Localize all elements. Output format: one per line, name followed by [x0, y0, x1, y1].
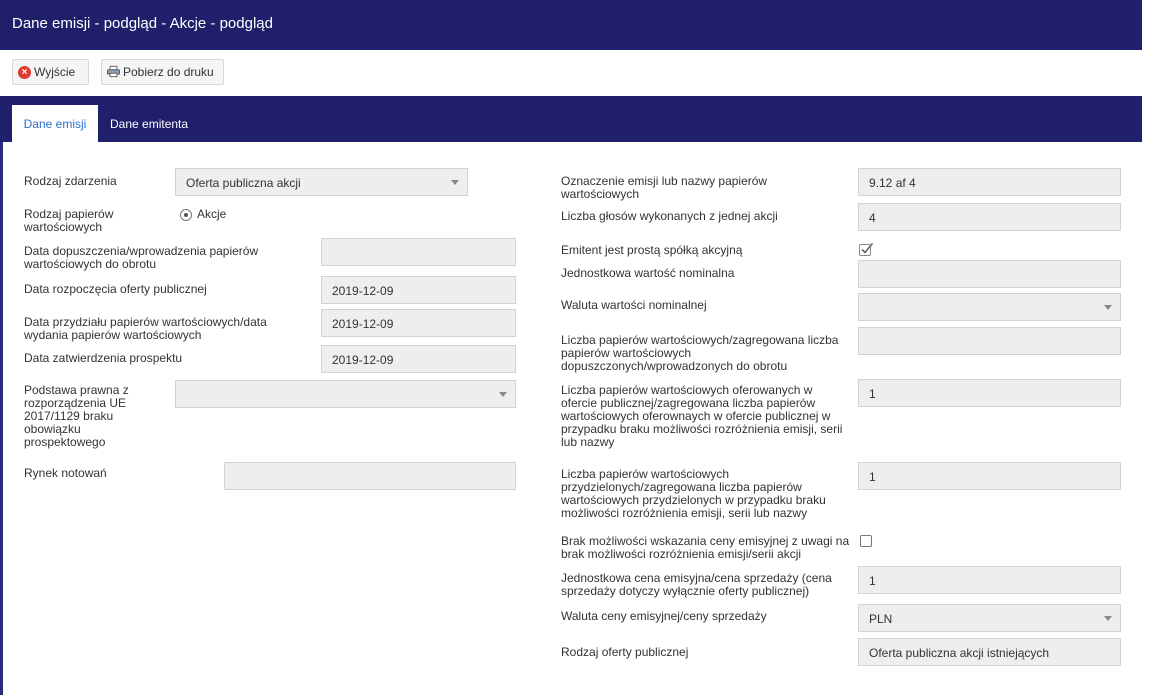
tab-dane-emitenta[interactable]: Dane emitenta — [110, 105, 188, 142]
chevron-down-icon — [451, 180, 459, 185]
podstawa-prawna-select[interactable] — [175, 380, 516, 408]
data-dopuszczenia-field[interactable] — [321, 238, 516, 266]
printer-icon — [107, 65, 120, 78]
waluta-ceny-value: PLN — [869, 612, 893, 626]
akcje-radio-label: Akcje — [197, 207, 227, 221]
oznaczenie-label: Oznaczenie emisji lub nazwy papierów war… — [561, 174, 768, 201]
cena-emisyjna-label: Jednostkowa cena emisyjna/cena sprzedaży… — [561, 571, 832, 598]
waluta-ceny-label: Waluta ceny emisyjnej/ceny sprzedaży — [561, 609, 767, 623]
rodzaj-zdarzenia-select[interactable]: Oferta publiczna akcji — [175, 168, 468, 196]
waluta-nominalnej-select[interactable] — [858, 293, 1121, 321]
prosta-spolka-checkbox[interactable] — [859, 242, 874, 256]
data-rozpoczecia-field[interactable]: 2019-12-09 — [321, 276, 516, 304]
liczba-oferowanych-field[interactable]: 1 — [858, 379, 1121, 407]
liczba-oferowanych-label: Liczba papierów wartościowych oferowanyc… — [561, 383, 843, 449]
tabs-bar: Dane emisji Dane emitenta — [0, 96, 1142, 142]
brak-ceny-checkbox[interactable] — [860, 535, 872, 547]
chevron-down-icon — [499, 392, 507, 397]
liczba-glosow-field[interactable]: 4 — [858, 203, 1121, 231]
window-title: Dane emisji - podgląd - Akcje - podgląd — [0, 0, 1142, 50]
toolbar: × Wyjście Pobierz do druku — [0, 50, 1142, 96]
data-przydzialu-field[interactable]: 2019-12-09 — [321, 309, 516, 337]
podstawa-prawna-label: Podstawa prawna z rozporządzenia UE 2017… — [24, 383, 129, 449]
prosta-spolka-label: Emitent jest prostą spółką akcyjną — [561, 243, 743, 257]
exit-button[interactable]: × Wyjście — [12, 59, 89, 85]
data-zatwierdzenia-label: Data zatwierdzenia prospektu — [24, 351, 183, 365]
cena-emisyjna-field[interactable]: 1 — [858, 566, 1121, 594]
wartosc-nominalna-field[interactable] — [858, 260, 1121, 288]
rodzaj-zdarzenia-label: Rodzaj zdarzenia — [24, 174, 117, 188]
rodzaj-papierow-label: Rodzaj papierów wartościowych — [24, 207, 114, 234]
chevron-down-icon — [1104, 616, 1112, 621]
rynek-notowan-label: Rynek notowań — [24, 466, 107, 480]
data-zatwierdzenia-field[interactable]: 2019-12-09 — [321, 345, 516, 373]
akcje-radio[interactable] — [180, 209, 192, 221]
liczba-przydzielonych-field[interactable]: 1 — [858, 462, 1121, 490]
rodzaj-zdarzenia-value: Oferta publiczna akcji — [186, 176, 301, 190]
print-button-label: Pobierz do druku — [123, 65, 214, 79]
liczba-glosow-label: Liczba głosów wykonanych z jednej akcji — [561, 209, 778, 223]
exit-button-label: Wyjście — [34, 65, 76, 79]
data-dopuszczenia-label: Data dopuszczenia/wprowadzenia papierów … — [24, 244, 259, 271]
liczba-dopuszczonych-label: Liczba papierów wartościowych/zagregowan… — [561, 333, 839, 373]
data-przydzialu-label: Data przydziału papierów wartościowych/d… — [24, 315, 267, 342]
rodzaj-oferty-label: Rodzaj oferty publicznej — [561, 645, 689, 659]
rynek-notowan-field[interactable] — [224, 462, 516, 490]
print-button[interactable]: Pobierz do druku — [101, 59, 224, 85]
liczba-dopuszczonych-field[interactable] — [858, 327, 1121, 355]
tab-dane-emisji[interactable]: Dane emisji — [12, 105, 98, 142]
liczba-przydzielonych-label: Liczba papierów wartościowych przydzielo… — [561, 467, 826, 520]
chevron-down-icon — [1104, 305, 1112, 310]
brak-ceny-label: Brak możliwości wskazania ceny emisyjnej… — [561, 534, 850, 561]
rodzaj-oferty-field[interactable]: Oferta publiczna akcji istniejących — [858, 638, 1121, 666]
waluta-nominalnej-label: Waluta wartości nominalnej — [561, 298, 707, 312]
wartosc-nominalna-label: Jednostkowa wartość nominalna — [561, 266, 735, 280]
data-rozpoczecia-label: Data rozpoczęcia oferty publicznej — [24, 282, 207, 296]
waluta-ceny-select[interactable]: PLN — [858, 604, 1121, 632]
close-circle-icon: × — [18, 66, 31, 79]
oznaczenie-field[interactable]: 9.12 af 4 — [858, 168, 1121, 196]
